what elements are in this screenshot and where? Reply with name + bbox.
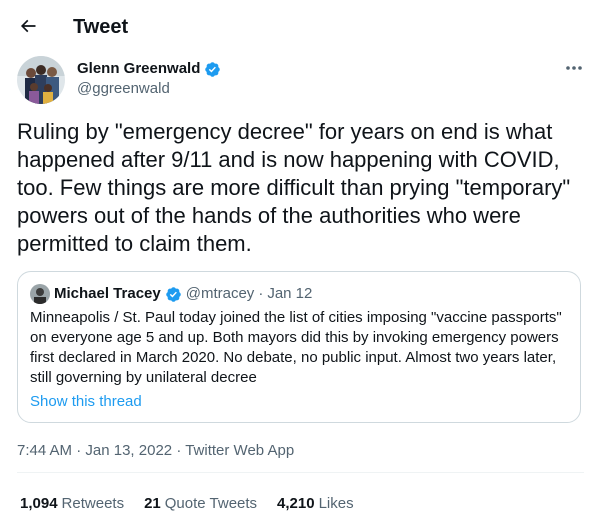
- more-options-button[interactable]: [560, 58, 588, 78]
- tweet-source[interactable]: Twitter Web App: [185, 442, 294, 459]
- retweets-stat[interactable]: 1,094 Retweets: [20, 494, 124, 514]
- page-header: Tweet: [0, 0, 601, 54]
- verified-badge-icon: [205, 61, 221, 77]
- arrow-left-icon: [20, 19, 36, 33]
- separator-dot: ·: [76, 442, 82, 459]
- quote-tweets-count: 21: [144, 495, 161, 512]
- more-horizontal-icon: [566, 66, 582, 70]
- separator-dot: ·: [176, 442, 182, 459]
- divider: [17, 472, 584, 473]
- quote-tweets-label: Quote Tweets: [164, 495, 258, 512]
- quoted-author-avatar: [30, 284, 50, 304]
- verified-badge-icon: [165, 286, 181, 302]
- retweets-label: Retweets: [61, 495, 125, 512]
- engagement-stats: 1,094 Retweets 21 Quote Tweets 4,210 Lik…: [20, 494, 374, 514]
- tweet-time[interactable]: 7:44 AM: [17, 442, 72, 459]
- likes-label: Likes: [318, 495, 354, 512]
- author-name-row[interactable]: Glenn Greenwald: [77, 59, 221, 79]
- page-title: Tweet: [73, 16, 129, 38]
- quoted-author-handle: @mtracey: [185, 285, 255, 302]
- tweet-timestamp: 7:44 AM · Jan 13, 2022 · Twitter Web App: [17, 441, 294, 461]
- author-name[interactable]: Glenn Greenwald: [77, 59, 200, 79]
- likes-stat[interactable]: 4,210 Likes: [277, 494, 354, 514]
- quote-tweets-stat[interactable]: 21 Quote Tweets: [144, 494, 257, 514]
- likes-count: 4,210: [277, 495, 315, 512]
- quoted-tweet-date: Jan 12: [267, 285, 313, 302]
- quoted-tweet-text: Minneapolis / St. Paul today joined the …: [30, 309, 562, 386]
- tweet-date[interactable]: Jan 13, 2022: [85, 442, 172, 459]
- quoted-tweet-header: Michael Tracey @mtracey · Jan 12: [54, 284, 312, 304]
- author-handle[interactable]: @ggreenwald: [77, 79, 170, 99]
- quoted-tweet[interactable]: Michael Tracey @mtracey · Jan 12 Minneap…: [17, 271, 581, 423]
- back-button[interactable]: [14, 12, 42, 40]
- retweets-count: 1,094: [20, 495, 58, 512]
- quoted-author-name: Michael Tracey: [54, 285, 161, 302]
- author-avatar[interactable]: [17, 56, 65, 104]
- show-thread-link[interactable]: Show this thread: [30, 392, 142, 412]
- tweet-text: Ruling by "emergency decree" for years o…: [17, 119, 571, 256]
- separator-dot: ·: [258, 285, 264, 302]
